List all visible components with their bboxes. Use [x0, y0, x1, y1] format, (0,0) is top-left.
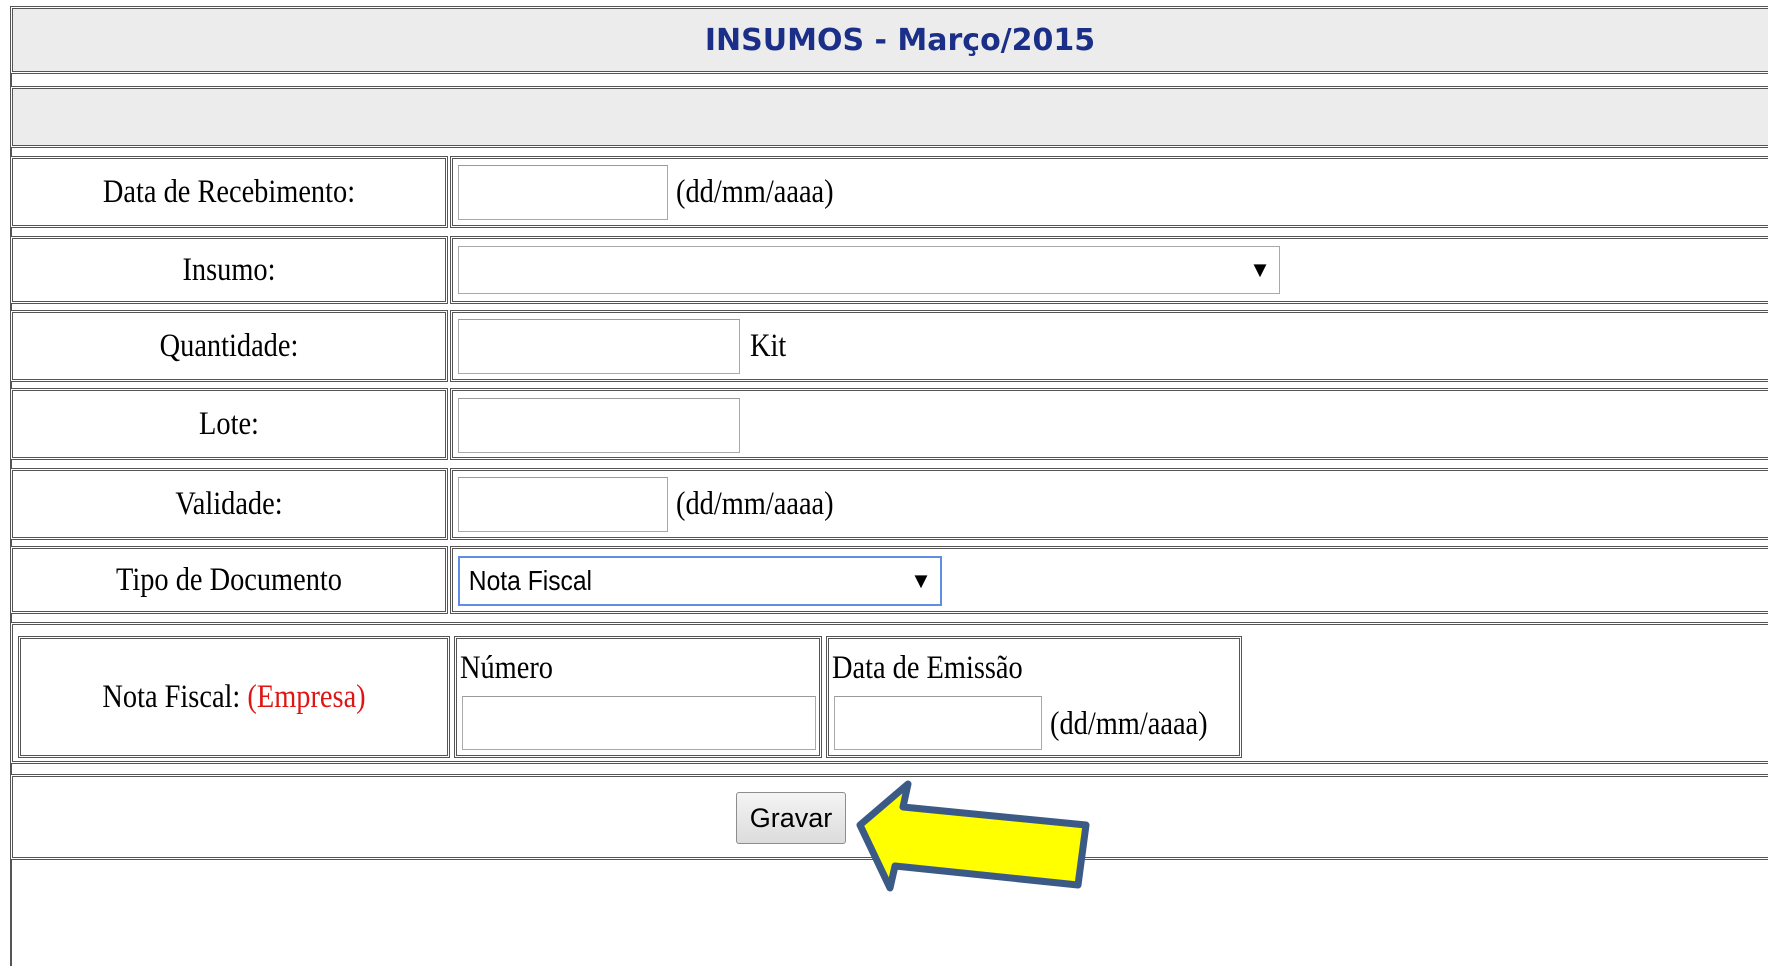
validade-input[interactable]	[458, 477, 668, 532]
insumo-select[interactable]: ▼	[458, 246, 1280, 294]
validade-label: Validade:	[175, 485, 283, 522]
data-emissao-format-hint: (dd/mm/aaaa)	[1050, 706, 1208, 742]
label-cell-tipo-documento: Tipo de Documento	[10, 546, 448, 614]
validade-format-hint: (dd/mm/aaaa)	[676, 486, 834, 522]
arrow-shape	[856, 780, 1090, 892]
label-cell-data-recebimento: Data de Recebimento:	[10, 156, 448, 228]
quantidade-label: Quantidade:	[159, 327, 299, 364]
label-cell-validade: Validade:	[10, 468, 448, 540]
nota-fiscal-label: Nota Fiscal:	[102, 678, 241, 715]
title-bar: INSUMOS - Março/2015	[10, 6, 1768, 74]
data-emissao-input[interactable]	[834, 696, 1042, 750]
data-recebimento-input[interactable]	[458, 165, 668, 220]
lote-label: Lote:	[199, 405, 259, 442]
lote-input[interactable]	[458, 398, 740, 453]
data-recebimento-label: Data de Recebimento:	[102, 173, 356, 210]
label-cell-lote: Lote:	[10, 388, 448, 460]
insumo-label: Insumo:	[182, 251, 276, 288]
tipo-documento-select[interactable]: Nota Fiscal ▼	[458, 556, 942, 606]
page-title: INSUMOS - Março/2015	[704, 22, 1096, 58]
label-cell-quantidade: Quantidade:	[10, 310, 448, 382]
tipo-documento-selected-value: Nota Fiscal	[468, 565, 593, 596]
nota-fiscal-label-group: Nota Fiscal: (Empresa)	[49, 637, 419, 757]
numero-input[interactable]	[462, 696, 816, 750]
empty-bar	[10, 86, 1768, 148]
label-cell-insumo: Insumo:	[10, 236, 448, 304]
data-recebimento-format-hint: (dd/mm/aaaa)	[676, 174, 834, 210]
chevron-down-icon: ▼	[1249, 257, 1271, 282]
gravar-button[interactable]: Gravar	[736, 792, 846, 844]
quantidade-unit: Kit	[750, 328, 787, 364]
numero-label: Número	[460, 650, 554, 686]
label-cell-nota-fiscal: Nota Fiscal: (Empresa)	[18, 636, 450, 758]
data-emissao-label: Data de Emissão	[832, 650, 1023, 686]
chevron-down-icon: ▼	[910, 568, 932, 593]
nota-fiscal-empresa-label: (Empresa)	[247, 678, 366, 715]
quantidade-input[interactable]	[458, 319, 740, 374]
tipo-documento-label: Tipo de Documento	[116, 561, 342, 598]
yellow-arrow-annotation	[856, 780, 1090, 892]
